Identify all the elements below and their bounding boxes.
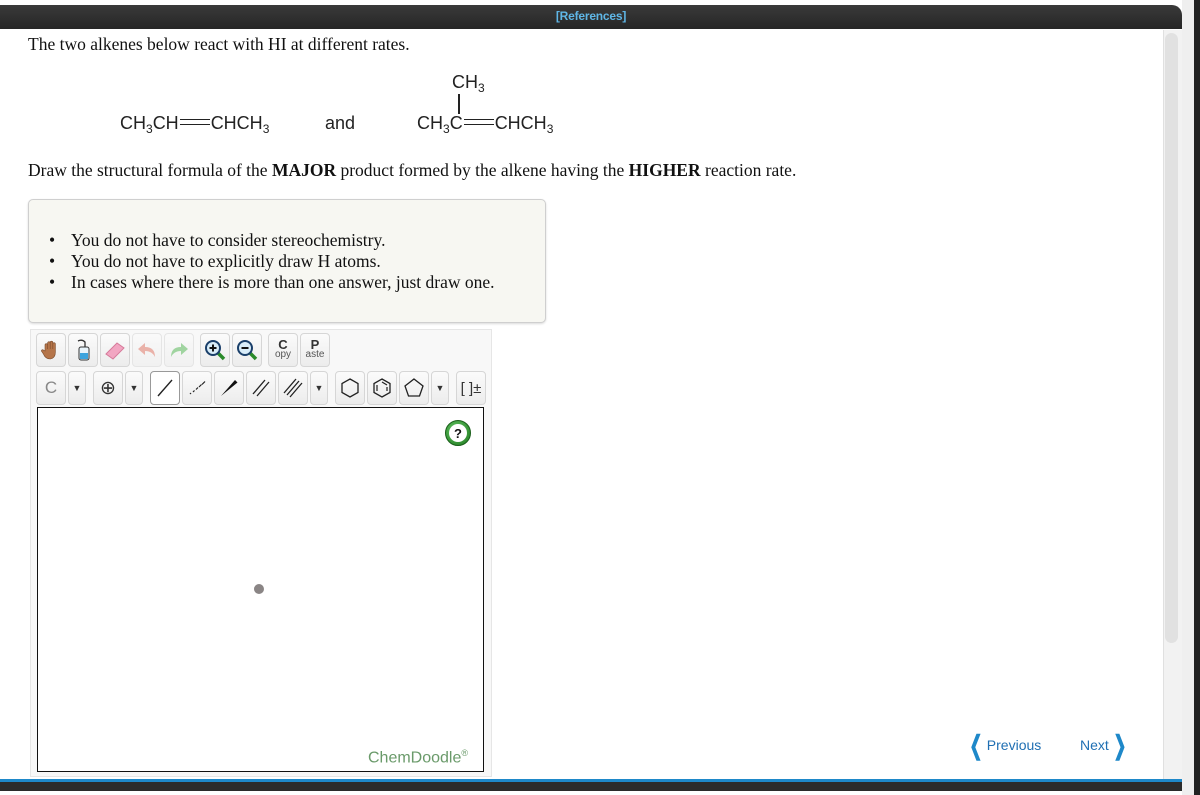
hash-bond-button[interactable] [182,371,212,405]
zoom-out-button[interactable] [232,333,262,367]
undo-icon [138,343,155,357]
chemdoodle-brand: ChemDoodle® [368,748,469,767]
dropdown-arrow-icon: ▼ [314,383,324,393]
atom-dropdown-button[interactable]: ▼ [68,371,86,405]
single-bond-icon [157,379,173,397]
cyclohexane-button[interactable] [335,371,365,405]
zoom-in-button[interactable] [200,333,230,367]
molecule-2-methyl-2-butene: CH3C CHCH3 [417,113,554,136]
charge-button[interactable]: ⊕ [93,371,123,405]
single-bond [458,94,460,114]
hashed-bond-icon [189,381,206,395]
double-bond-button[interactable] [246,371,276,405]
previous-button[interactable]: ❮ Previous [965,730,1041,760]
next-button[interactable]: Next ❯ [1080,730,1131,760]
redo-icon [171,343,188,357]
triple-bond-icon [283,378,303,398]
window-frame [1182,0,1200,795]
help-icon: ? [449,424,467,442]
atom-label-button[interactable]: C [36,371,66,405]
eraser-button[interactable] [100,333,130,367]
dropdown-arrow-icon: ▼ [435,383,445,393]
bracket-charge-button[interactable]: [ ]± [456,371,486,405]
references-link[interactable]: [References] [556,9,627,23]
wedge-bond-icon [221,380,238,396]
single-bond-button[interactable] [150,371,180,405]
bottom-bar [0,779,1182,791]
eraser-icon [105,342,125,360]
bond-dropdown-button[interactable]: ▼ [310,371,328,405]
double-bond-icon [252,379,270,397]
redo-button[interactable] [164,333,194,367]
charge-dropdown-button[interactable]: ▼ [125,371,143,405]
toolbar-row-1: Copy Paste [36,333,330,367]
methyl-substituent: CH3 [452,72,485,95]
scrollbar-thumb[interactable] [1165,33,1178,643]
zoom-out-icon [237,340,258,361]
ring-dropdown-button[interactable]: ▼ [431,371,449,405]
chevron-left-icon: ❮ [969,730,983,760]
wash-bottle-icon [77,339,90,361]
hand-pan-icon [41,340,56,360]
benzene-icon [373,378,391,398]
help-button[interactable]: ? [445,420,471,446]
zoom-in-icon [205,340,226,361]
chevron-right-icon: ❯ [1113,730,1127,760]
hand-pan-button[interactable] [36,333,66,367]
canvas-cursor-dot [254,584,264,594]
intro-text: The two alkenes below react with HI at d… [28,34,410,54]
double-bond [463,119,494,125]
benzene-button[interactable] [367,371,397,405]
triple-bond-button[interactable] [278,371,308,405]
undo-button[interactable] [132,333,162,367]
wedge-bond-button[interactable] [214,371,244,405]
copy-button[interactable]: Copy [268,333,298,367]
hint-box: You do not have to consider stereochemis… [28,199,546,323]
dropdown-arrow-icon: ▼ [72,383,82,393]
hint-list: You do not have to consider stereochemis… [49,230,495,293]
hint-item: You do not have to explicitly draw H ato… [49,251,495,272]
double-bond [179,119,210,125]
hint-item: You do not have to consider stereochemis… [49,230,495,251]
molecule-2-butene: CH3CH CHCH3 [120,113,270,136]
cyclohexane-icon [341,378,359,398]
question-text: Draw the structural formula of the MAJOR… [28,160,797,180]
and-label: and [325,113,356,133]
references-bar: [References] [0,5,1182,29]
cyclopentane-icon [404,378,424,397]
clear-button[interactable] [68,333,98,367]
cyclopentane-button[interactable] [399,371,429,405]
toolbar-row-2: C ▼ ⊕ ▼ ▼ ▼ [ ]± [36,371,486,405]
hint-item: In cases where there is more than one an… [49,272,495,293]
paste-button[interactable]: Paste [300,333,330,367]
dropdown-arrow-icon: ▼ [129,383,139,393]
